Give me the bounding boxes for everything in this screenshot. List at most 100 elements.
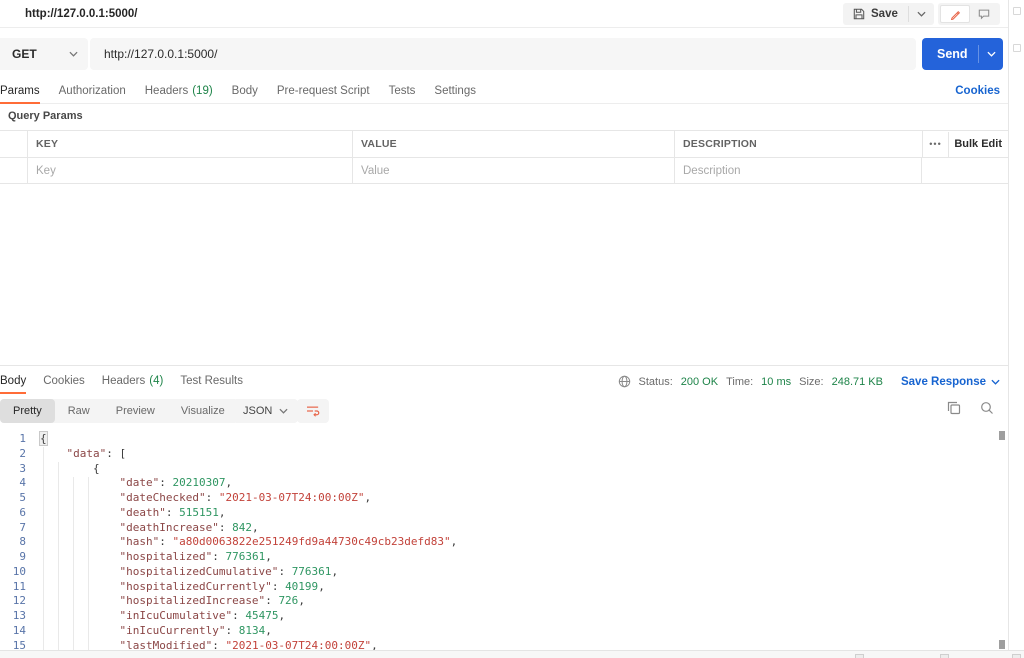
- response-tab-body[interactable]: Body: [0, 369, 26, 394]
- query-params-table: KEY VALUE DESCRIPTION ••• Bulk Edit: [0, 130, 1008, 184]
- send-options-button[interactable]: [979, 51, 1003, 57]
- table-actions: ••• Bulk Edit: [922, 131, 1008, 157]
- line-number: 5: [0, 491, 26, 506]
- code-line: 12 "hospitalizedIncrease": 726,: [0, 594, 1008, 609]
- mode-toggle-group: [938, 3, 1000, 25]
- time-value: 10 ms: [761, 376, 791, 388]
- code-text: "death": 515151,: [26, 506, 225, 521]
- code-text: "inIcuCumulative": 45475,: [26, 609, 285, 624]
- code-line: 13 "inIcuCumulative": 45475,: [0, 609, 1008, 624]
- indent-guide: [88, 477, 89, 650]
- method-select[interactable]: GET: [0, 38, 88, 70]
- pencil-icon: [950, 9, 961, 20]
- more-options-icon[interactable]: •••: [923, 139, 948, 149]
- tab-label: Raw: [68, 405, 90, 417]
- response-tab-cookies[interactable]: Cookies: [43, 369, 85, 394]
- cookies-link[interactable]: Cookies: [955, 80, 1000, 102]
- line-number: 11: [0, 580, 26, 595]
- size-value: 248.71 KB: [832, 376, 883, 388]
- comments-button[interactable]: [970, 5, 998, 23]
- tab-label: Visualize: [181, 405, 225, 417]
- line-number: 8: [0, 535, 26, 550]
- send-button[interactable]: Send: [937, 47, 978, 61]
- copy-icon: [947, 401, 961, 415]
- save-button[interactable]: Save: [843, 3, 908, 25]
- edit-mode-button[interactable]: [940, 5, 970, 23]
- url-input[interactable]: [90, 38, 916, 70]
- request-tab-tests[interactable]: Tests: [389, 80, 416, 103]
- postman-app: http://127.0.0.1:5000/ Save: [0, 0, 1024, 658]
- request-tab-headers[interactable]: Headers(19): [145, 80, 213, 103]
- response-tab-test-results[interactable]: Test Results: [180, 369, 243, 394]
- query-params-title: Query Params: [8, 110, 83, 122]
- save-options-button[interactable]: [909, 3, 934, 25]
- code-line: 3 {: [0, 462, 1008, 477]
- column-header-key: KEY: [27, 131, 352, 157]
- code-text: "deathIncrease": 842,: [26, 521, 259, 536]
- code-text: "date": 20210307,: [26, 476, 232, 491]
- rail-icon[interactable]: [1013, 7, 1021, 15]
- bottombar-icon: [855, 654, 864, 658]
- copy-response-button[interactable]: [947, 401, 961, 415]
- row-handle-cell: [0, 131, 27, 157]
- method-select-value: GET: [12, 47, 69, 61]
- param-key-input[interactable]: [36, 165, 344, 177]
- view-tab-raw[interactable]: Raw: [55, 399, 103, 423]
- response-body-editor[interactable]: 1{2 "data": [3 {4 "date": 20210307,5 "da…: [0, 428, 1008, 650]
- query-params-input-row: [0, 157, 1008, 183]
- code-line: 7 "deathIncrease": 842,: [0, 521, 1008, 536]
- format-select-value: JSON: [243, 405, 272, 417]
- param-value-input[interactable]: [361, 165, 666, 177]
- response-toolbar: Pretty Raw Preview Visualize JSON: [0, 398, 1008, 424]
- status-label: Status:: [639, 376, 673, 388]
- response-meta: Status: 200 OK Time: 10 ms Size: 248.71 …: [618, 369, 1000, 394]
- tab-label: Headers: [145, 80, 188, 103]
- code-line: 2 "data": [: [0, 447, 1008, 462]
- globe-icon: [618, 375, 631, 388]
- code-text: "hospitalized": 776361,: [26, 550, 272, 565]
- response-tab-headers[interactable]: Headers(4): [102, 369, 164, 394]
- save-response-label: Save Response: [901, 376, 986, 388]
- wrap-text-icon: [306, 405, 320, 417]
- time-label: Time:: [726, 376, 753, 388]
- code-line: 11 "hospitalizedCurrently": 40199,: [0, 580, 1008, 595]
- bulk-edit-button[interactable]: Bulk Edit: [948, 132, 1008, 157]
- line-number: 13: [0, 609, 26, 624]
- tab-label: Cookies: [43, 369, 85, 394]
- editor-scrollbar[interactable]: [998, 428, 1006, 650]
- chevron-down-icon: [279, 408, 288, 414]
- view-tab-preview[interactable]: Preview: [103, 399, 168, 423]
- line-number: 9: [0, 550, 26, 565]
- code-text: "lastModified": "2021-03-07T24:00:00Z",: [26, 639, 378, 651]
- request-tab-pre-request-script[interactable]: Pre-request Script: [277, 80, 370, 103]
- bottombar-icon: [940, 654, 949, 658]
- tab-label: Headers: [102, 369, 145, 394]
- view-tab-visualize[interactable]: Visualize: [168, 399, 238, 423]
- rail-icon[interactable]: [1013, 44, 1021, 52]
- scrollbar-thumb[interactable]: [999, 431, 1005, 440]
- view-tab-pretty[interactable]: Pretty: [0, 399, 55, 423]
- save-response-button[interactable]: Save Response: [901, 376, 1000, 388]
- tab-label: Params: [0, 80, 40, 103]
- bottom-status-bar: [0, 650, 1024, 658]
- line-number: 10: [0, 565, 26, 580]
- request-tab-authorization[interactable]: Authorization: [59, 80, 126, 103]
- column-header-description: DESCRIPTION: [674, 131, 922, 157]
- request-tab-settings[interactable]: Settings: [434, 80, 476, 103]
- request-tab-params[interactable]: Params: [0, 80, 40, 103]
- tab-label: Body: [0, 369, 26, 394]
- line-number: 4: [0, 476, 26, 491]
- request-tab-body[interactable]: Body: [232, 80, 258, 103]
- chevron-down-icon: [991, 379, 1000, 385]
- param-description-input[interactable]: [683, 165, 913, 177]
- format-select[interactable]: JSON: [233, 399, 298, 423]
- code-text: {: [26, 462, 100, 477]
- line-number: 12: [0, 594, 26, 609]
- tab-label: Pretty: [13, 405, 42, 417]
- chevron-down-icon: [917, 11, 926, 17]
- wrap-text-button[interactable]: [297, 399, 329, 423]
- query-params-header-row: KEY VALUE DESCRIPTION ••• Bulk Edit: [0, 131, 1008, 157]
- scrollbar-end-marker: [999, 640, 1005, 649]
- tab-label: Tests: [389, 80, 416, 103]
- search-response-button[interactable]: [980, 401, 994, 415]
